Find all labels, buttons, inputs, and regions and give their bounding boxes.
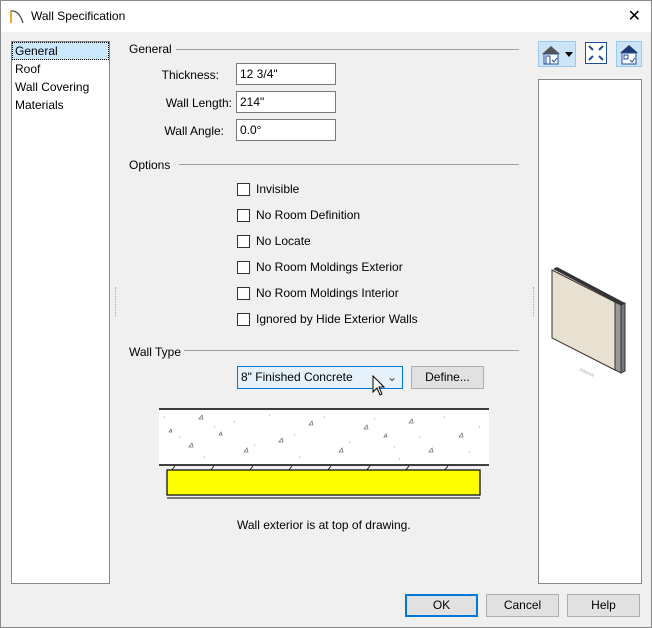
wall-length-field[interactable]: 214" <box>236 91 336 113</box>
wall-exterior-note: Wall exterior is at top of drawing. <box>237 518 411 532</box>
divider <box>184 350 519 351</box>
checkbox-box <box>237 208 250 222</box>
wall-specification-dialog: Wall Specification ✕ General Roof Wall C… <box>0 0 652 628</box>
nav-item-general[interactable]: General <box>12 42 109 60</box>
checkbox-box <box>237 260 250 274</box>
checkbox-label: No Room Moldings Exterior <box>256 260 403 274</box>
camera-view-button[interactable] <box>616 41 642 67</box>
thickness-field[interactable]: 12 3/4" <box>236 63 336 85</box>
thickness-label: Thickness: <box>161 68 219 82</box>
no-room-definition-checkbox[interactable]: No Room Definition <box>237 207 418 223</box>
no-room-moldings-exterior-checkbox[interactable]: No Room Moldings Exterior <box>237 259 418 275</box>
divider <box>179 164 519 165</box>
house-view-icon <box>542 46 573 65</box>
no-locate-checkbox[interactable]: No Locate <box>237 233 418 249</box>
options-heading: Options <box>129 158 171 172</box>
checkbox-label: No Room Moldings Interior <box>256 286 399 300</box>
checkbox-box <box>237 286 250 300</box>
concrete-layer <box>159 410 489 465</box>
ignored-by-hide-exterior-walls-checkbox[interactable]: Ignored by Hide Exterior Walls <box>237 311 418 327</box>
checkbox-box <box>237 312 250 326</box>
insulation-layer <box>166 469 481 496</box>
nav-item-materials[interactable]: Materials <box>12 96 109 114</box>
define-button[interactable]: Define... <box>411 366 484 389</box>
wall-type-drawing <box>159 408 489 499</box>
checkbox-label: No Room Definition <box>256 208 361 222</box>
checkbox-box <box>237 182 250 196</box>
checkbox-label: Ignored by Hide Exterior Walls <box>256 312 418 326</box>
splitter-handle-left[interactable] <box>115 287 117 317</box>
category-list[interactable]: General Roof Wall Covering Materials <box>11 41 110 584</box>
title-bar: Wall Specification ✕ <box>1 1 651 32</box>
chevron-down-icon: ⌄ <box>386 370 397 384</box>
wall-length-label: Wall Length: <box>165 96 232 110</box>
cancel-button[interactable]: Cancel <box>486 594 559 617</box>
general-heading: General <box>129 42 172 56</box>
help-button[interactable]: Help <box>567 594 640 617</box>
ok-button[interactable]: OK <box>405 594 478 617</box>
wall-angle-label: Wall Angle: <box>164 124 224 138</box>
wall-app-icon <box>10 10 24 24</box>
dialog-title: Wall Specification <box>31 9 126 23</box>
splitter-handle-right[interactable] <box>533 287 535 317</box>
nav-item-roof[interactable]: Roof <box>12 60 109 78</box>
options-list: Invisible No Room Definition No Locate N… <box>237 181 418 327</box>
wall-type-value: 8" Finished Concrete <box>241 370 353 384</box>
close-button[interactable]: ✕ <box>628 6 641 26</box>
house-camera-icon <box>620 45 638 65</box>
view-type-dropdown[interactable] <box>538 41 576 67</box>
checkbox-box <box>237 234 250 248</box>
invisible-checkbox[interactable]: Invisible <box>237 181 418 197</box>
expand-icon <box>588 45 604 61</box>
nav-item-wall-covering[interactable]: Wall Covering <box>12 78 109 96</box>
mouse-cursor-icon <box>372 375 386 396</box>
no-room-moldings-interior-checkbox[interactable]: No Room Moldings Interior <box>237 285 418 301</box>
wall-angle-field[interactable]: 0.0° <box>236 119 336 141</box>
wall-type-heading: Wall Type <box>129 345 182 359</box>
divider <box>176 49 519 50</box>
checkbox-label: Invisible <box>256 182 300 196</box>
wall-3d-model <box>551 267 626 374</box>
wall-3d-preview[interactable]: Interior <box>538 79 642 584</box>
fill-window-button[interactable] <box>585 42 607 64</box>
checkbox-label: No Locate <box>256 234 311 248</box>
